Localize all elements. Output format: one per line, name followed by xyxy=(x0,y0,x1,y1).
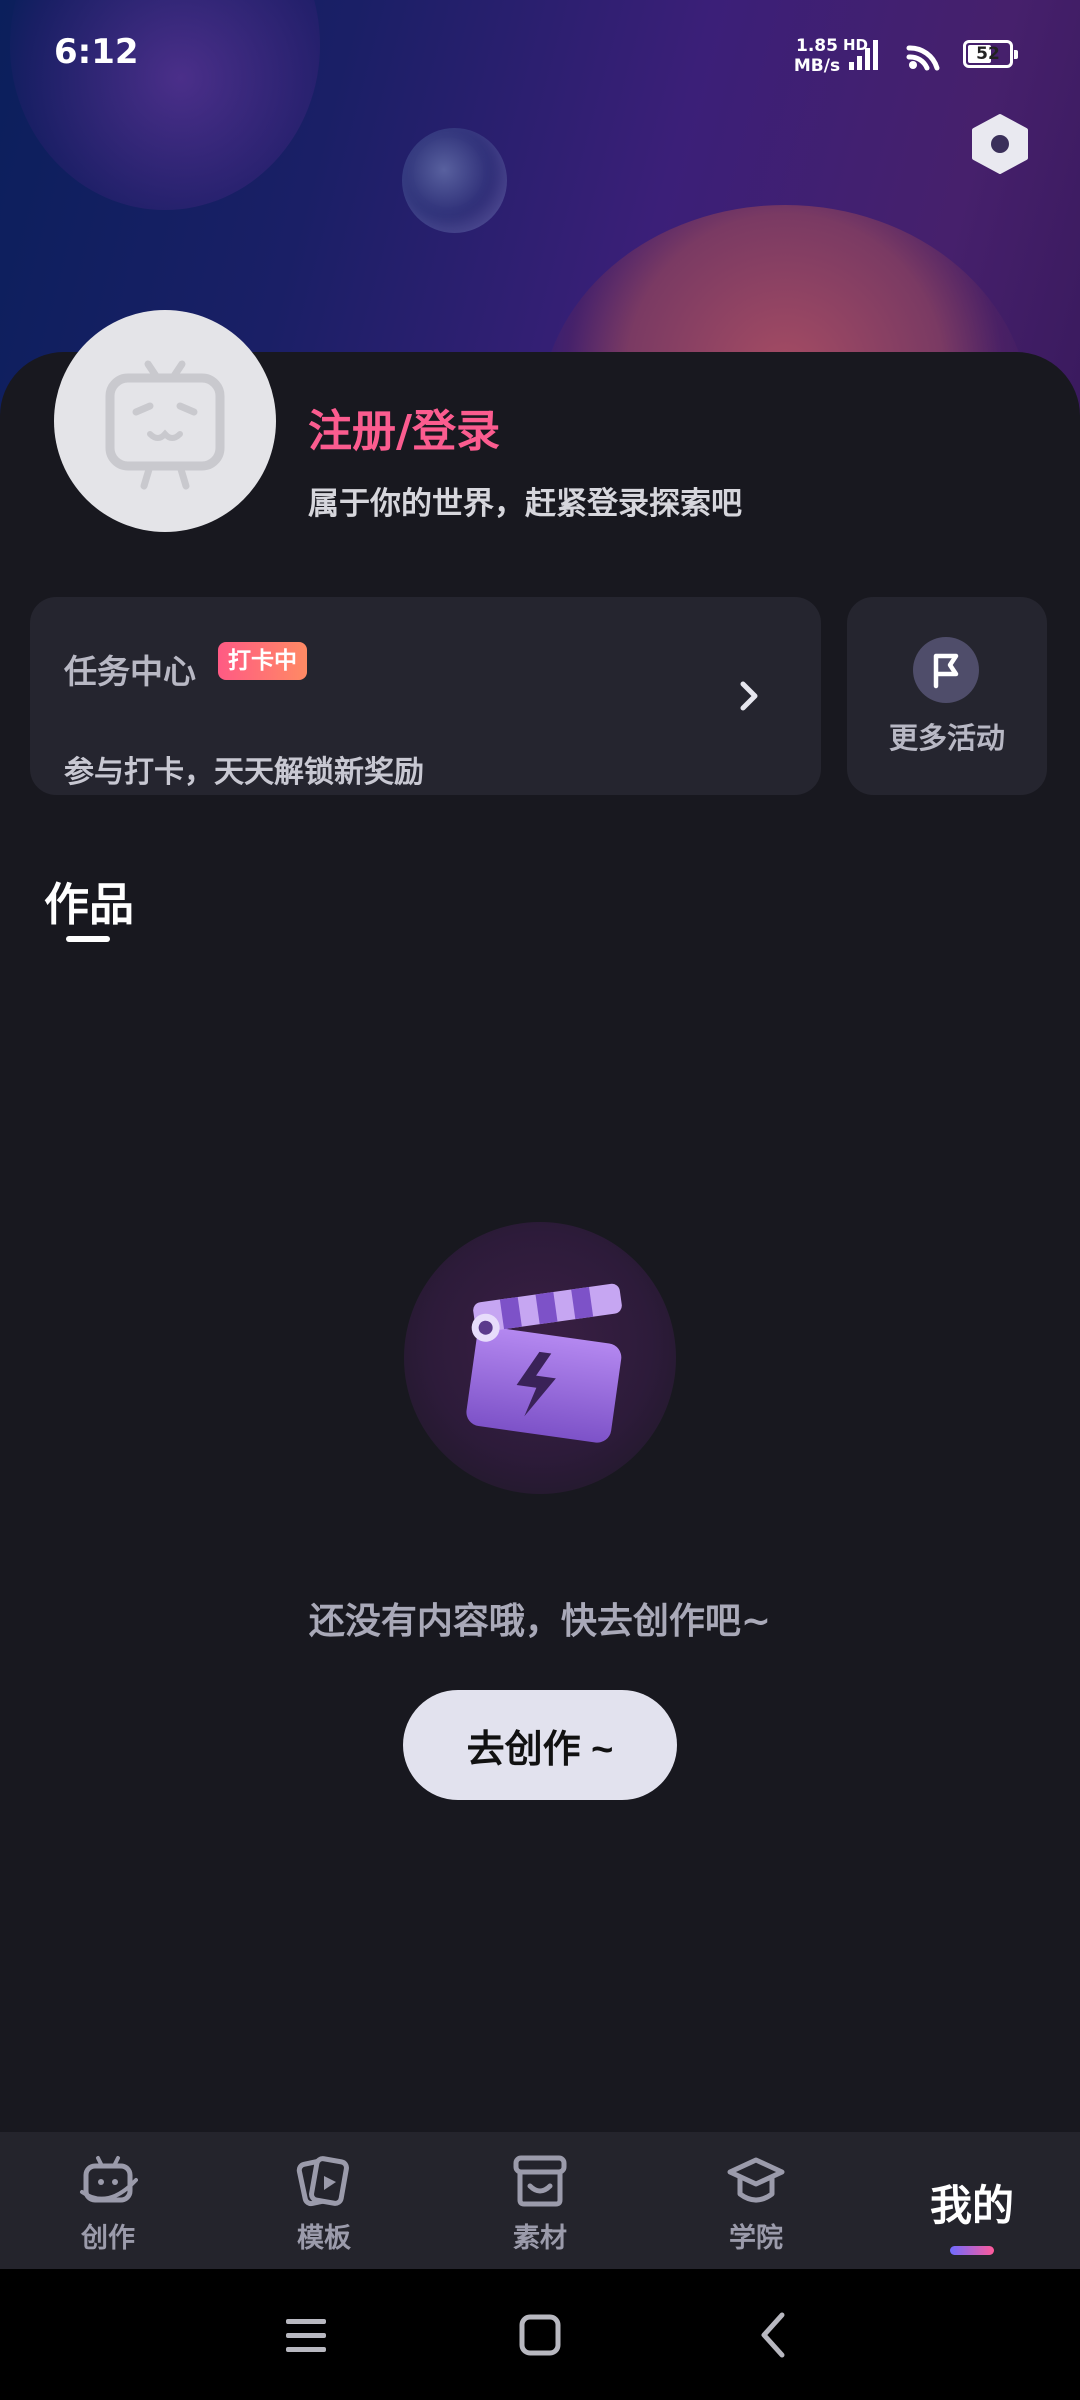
active-tab-indicator xyxy=(950,2246,994,2255)
clapperboard-icon xyxy=(466,1283,622,1443)
template-cards-icon xyxy=(296,2156,349,2207)
nav-item-template[interactable]: 模板 xyxy=(244,2132,404,2269)
graduation-cap-icon xyxy=(727,2157,785,2203)
battery-icon: 52 xyxy=(963,40,1018,68)
bubble-decoration xyxy=(402,128,507,233)
screen: 6:12 1.85 MB/s HD 52 注册/登录 属于你的世界，赶紧登录探索… xyxy=(0,0,1080,2400)
wifi-icon xyxy=(905,36,945,72)
tab-works[interactable]: 作品 xyxy=(44,868,134,933)
system-navigation-bar xyxy=(0,2269,1080,2400)
more-activities-button[interactable]: 更多活动 xyxy=(847,597,1047,795)
task-center-card[interactable]: 任务中心 打卡中 参与打卡，天天解锁新奖励 xyxy=(30,597,821,795)
status-badge: 打卡中 xyxy=(218,642,307,680)
chevron-right-icon xyxy=(735,676,765,716)
nav-item-material[interactable]: 素材 xyxy=(460,2132,620,2269)
tv-mascot-placeholder-icon xyxy=(105,360,225,490)
nav-item-academy[interactable]: 学院 xyxy=(676,2132,836,2269)
nav-item-create[interactable]: 创作 xyxy=(28,2132,188,2269)
settings-button[interactable] xyxy=(970,112,1030,176)
more-activities-label: 更多活动 xyxy=(888,721,1005,755)
hexagon-settings-icon xyxy=(972,114,1028,174)
login-register-link[interactable]: 注册/登录 xyxy=(308,395,500,459)
task-scroll-text: 参与打卡，天天解锁新奖励 xyxy=(64,755,424,790)
empty-state-illustration xyxy=(404,1222,676,1494)
nav-item-mine[interactable]: 我的 xyxy=(892,2132,1052,2269)
avatar[interactable] xyxy=(54,310,276,532)
flag-icon xyxy=(913,637,979,703)
store-icon xyxy=(513,2155,567,2207)
tab-indicator xyxy=(66,936,110,942)
cellular-signal-icon: HD xyxy=(843,36,885,72)
back-icon[interactable] xyxy=(744,2309,804,2361)
empty-state-text: 还没有内容哦，快去创作吧~ xyxy=(308,1601,772,1642)
tv-create-icon xyxy=(80,2156,138,2203)
task-center-title: 任务中心 xyxy=(64,652,196,691)
status-bar: 6:12 1.85 MB/s HD 52 xyxy=(0,0,1080,108)
menu-icon[interactable] xyxy=(276,2309,336,2361)
login-subtitle: 属于你的世界，赶紧登录探索吧 xyxy=(308,486,742,522)
bottom-navigation: 创作 模板 素材 学院 我的 xyxy=(0,2132,1080,2269)
go-create-button[interactable]: 去创作 ~ xyxy=(403,1690,677,1800)
network-speed: 1.85 MB/s xyxy=(793,36,841,76)
status-time: 6:12 xyxy=(54,32,139,72)
home-icon[interactable] xyxy=(510,2309,570,2361)
